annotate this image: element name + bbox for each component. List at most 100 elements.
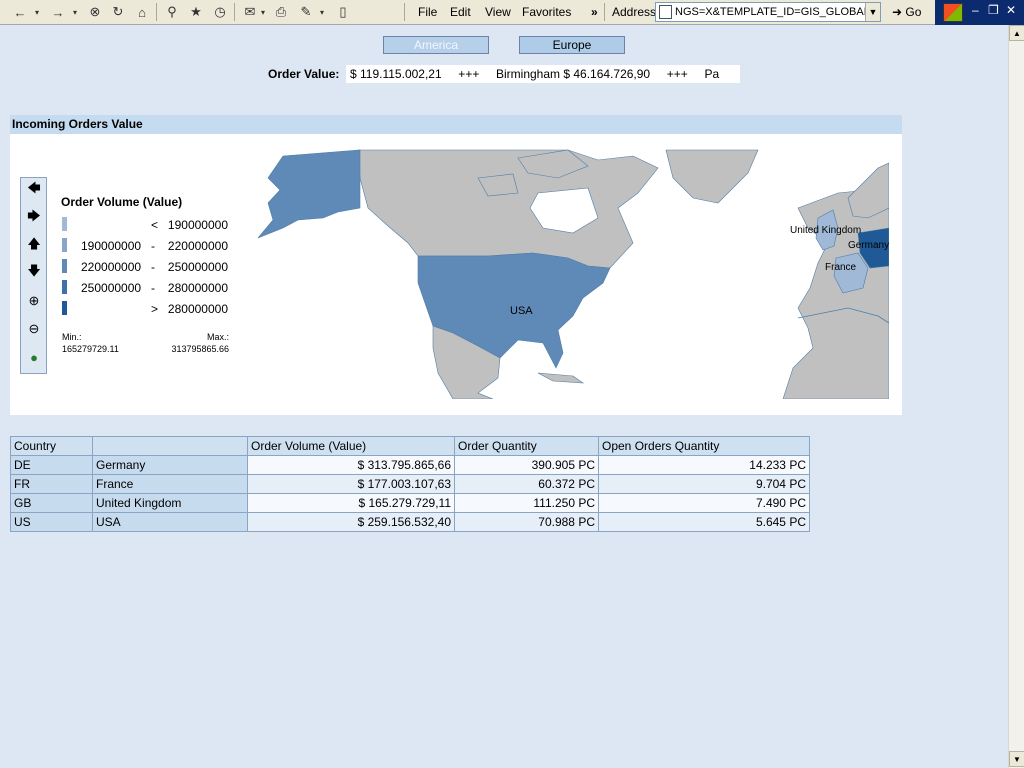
- toolbar-separator: [404, 3, 405, 21]
- legend-separator: -: [151, 281, 155, 295]
- edit-dropdown-icon[interactable]: ▾: [318, 3, 326, 21]
- toolbar-separator: [234, 3, 235, 21]
- restore-icon[interactable]: ❐: [988, 3, 999, 17]
- address-dropdown-icon[interactable]: ▼: [865, 3, 880, 21]
- menu-edit[interactable]: Edit: [450, 5, 471, 19]
- print-icon[interactable]: ⎙: [272, 3, 290, 21]
- legend-separator: -: [151, 260, 155, 274]
- col-country-name[interactable]: [92, 436, 248, 456]
- address-bar[interactable]: NGS=X&TEMPLATE_ID=GIS_GLOBAL_1 ▼: [655, 2, 881, 22]
- stop-icon[interactable]: ⊗: [86, 3, 104, 21]
- windows-logo-icon: [943, 3, 963, 22]
- col-country[interactable]: Country: [10, 436, 93, 456]
- panel-title: Incoming Orders Value: [10, 115, 902, 134]
- col-order-volume[interactable]: Order Volume (Value): [247, 436, 455, 456]
- address-input[interactable]: NGS=X&TEMPLATE_ID=GIS_GLOBAL_1: [675, 6, 865, 18]
- browser-toolbar: ← ▾ → ▾ ⊗ ↻ ⌂ ⚲ ★ ◷ ✉ ▾ ⎙ ✎ ▾ ▯ File Edi…: [0, 0, 1024, 25]
- cell-country-name: Germany: [92, 455, 248, 475]
- globe-icon[interactable]: ●: [24, 347, 44, 367]
- go-label: Go: [905, 5, 922, 19]
- toolbar-separator: [604, 3, 605, 21]
- menu-favorites[interactable]: Favorites: [522, 5, 571, 19]
- pan-left-icon[interactable]: 🡄: [24, 180, 44, 200]
- legend-high: 280000000: [167, 281, 228, 295]
- favorites-icon[interactable]: ★: [187, 3, 205, 21]
- cell-country-code: DE: [10, 455, 93, 475]
- legend-swatch: [62, 217, 67, 231]
- cell-open-orders: 14.233 PC: [598, 455, 810, 475]
- cell-country-name: France: [92, 474, 248, 494]
- back-icon[interactable]: ←: [10, 3, 30, 21]
- legend-min-max: Min.: Max.: 165279729.11 313795865.66: [62, 331, 229, 355]
- cell-country-name: United Kingdom: [92, 493, 248, 513]
- forward-dropdown-icon[interactable]: ▾: [70, 3, 80, 21]
- pan-down-icon[interactable]: 🡇: [24, 263, 44, 283]
- table-row: GB United Kingdom $ 165.279.729,11 111.2…: [10, 493, 810, 513]
- legend-separator: -: [151, 239, 155, 253]
- legend-swatch: [62, 259, 67, 273]
- cell-order-quantity: 390.905 PC: [454, 455, 599, 475]
- legend-swatch: [62, 301, 67, 315]
- max-value: 313795865.66: [171, 344, 229, 354]
- pan-up-icon[interactable]: 🡅: [24, 236, 44, 256]
- go-button[interactable]: ➜ Go: [892, 5, 921, 19]
- menu-overflow-icon[interactable]: »: [591, 5, 598, 19]
- zoom-in-icon[interactable]: ⊕: [24, 291, 44, 311]
- europe-button[interactable]: Europe: [519, 36, 625, 54]
- cell-order-quantity: 70.988 PC: [454, 512, 599, 532]
- legend-separator: >: [151, 302, 159, 316]
- menu-view[interactable]: View: [485, 5, 511, 19]
- cell-order-volume: $ 165.279.729,11: [247, 493, 455, 513]
- legend-high: 190000000: [167, 218, 228, 232]
- legend-high: 280000000: [167, 302, 228, 316]
- history-icon[interactable]: ◷: [211, 3, 229, 21]
- back-dropdown-icon[interactable]: ▾: [32, 3, 42, 21]
- legend-swatch: [62, 238, 67, 252]
- forward-icon[interactable]: →: [48, 3, 68, 21]
- mail-icon[interactable]: ✉: [241, 3, 259, 21]
- order-value-label: Order Value:: [268, 67, 340, 81]
- cell-open-orders: 9.704 PC: [598, 474, 810, 494]
- page-icon: [659, 5, 672, 19]
- toolbar-separator: [156, 3, 157, 21]
- legend-high: 250000000: [167, 260, 228, 274]
- america-button[interactable]: America: [383, 36, 489, 54]
- messenger-icon[interactable]: ▯: [335, 3, 351, 21]
- cell-country-code: FR: [10, 474, 93, 494]
- refresh-icon[interactable]: ↻: [109, 3, 127, 21]
- cell-country-code: GB: [10, 493, 93, 513]
- cell-country-code: US: [10, 512, 93, 532]
- cell-order-volume: $ 177.003.107,63: [247, 474, 455, 494]
- min-value: 165279729.11: [62, 344, 119, 354]
- mail-dropdown-icon[interactable]: ▾: [259, 3, 267, 21]
- legend-row: 220000000 - 250000000: [61, 257, 231, 278]
- cell-order-quantity: 111.250 PC: [454, 493, 599, 513]
- order-value-ticker: $ 119.115.002,21 +++ Birmingham $ 46.164…: [346, 65, 740, 83]
- minimize-icon[interactable]: –: [972, 3, 979, 17]
- legend-low: 190000000: [81, 239, 142, 253]
- cell-order-volume: $ 259.156.532,40: [247, 512, 455, 532]
- vertical-scrollbar[interactable]: ▲ ▼: [1008, 25, 1024, 768]
- table-row: US USA $ 259.156.532,40 70.988 PC 5.645 …: [10, 512, 810, 532]
- legend-separator: <: [151, 218, 159, 232]
- home-icon[interactable]: ⌂: [133, 3, 151, 21]
- table-row: DE Germany $ 313.795.865,66 390.905 PC 1…: [10, 455, 810, 475]
- legend-row: 190000000 - 220000000: [61, 236, 231, 257]
- world-map[interactable]: USA United Kingdom Germany France: [238, 148, 889, 399]
- map-label-germany: Germany: [848, 240, 889, 251]
- map-legend: Order Volume (Value) < 190000000 1900000…: [61, 195, 231, 320]
- legend-row: < 190000000: [61, 215, 231, 236]
- col-order-quantity[interactable]: Order Quantity: [454, 436, 599, 456]
- legend-row: > 280000000: [61, 299, 231, 320]
- zoom-out-icon[interactable]: ⊖: [24, 319, 44, 339]
- legend-low: 220000000: [81, 260, 142, 274]
- menu-file[interactable]: File: [418, 5, 437, 19]
- col-open-orders[interactable]: Open Orders Quantity: [598, 436, 810, 456]
- scroll-down-icon[interactable]: ▼: [1009, 751, 1024, 767]
- scroll-up-icon[interactable]: ▲: [1009, 25, 1024, 41]
- close-icon[interactable]: ✕: [1006, 3, 1016, 17]
- search-icon[interactable]: ⚲: [163, 3, 181, 21]
- pan-right-icon[interactable]: 🡆: [24, 208, 44, 228]
- map-label-usa: USA: [510, 305, 533, 317]
- edit-icon[interactable]: ✎: [297, 3, 315, 21]
